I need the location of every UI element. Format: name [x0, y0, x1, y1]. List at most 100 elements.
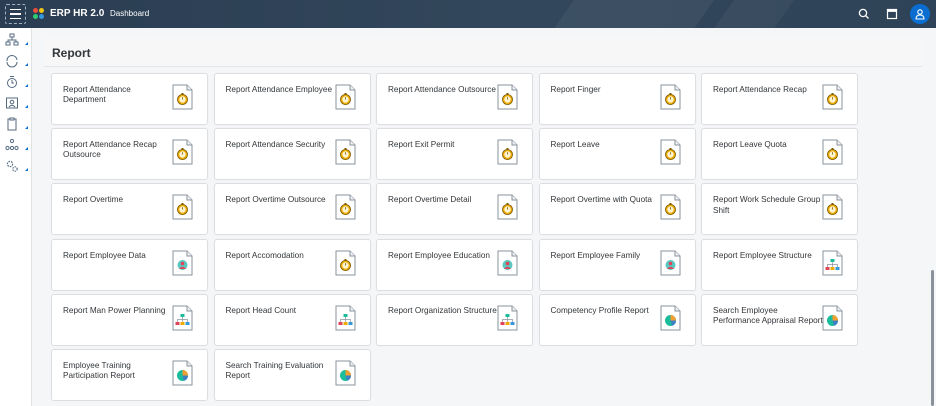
- report-tile[interactable]: Report Work Schedule Group Shift: [701, 183, 858, 236]
- pie-doc-icon: [172, 360, 193, 386]
- tile-grid: Report Attendance Department Report Atte…: [51, 73, 861, 401]
- report-tile[interactable]: Report Exit Permit: [376, 128, 533, 181]
- report-tile[interactable]: Report Overtime Outsource: [213, 183, 371, 236]
- report-tile[interactable]: Report Leave Quota: [701, 128, 858, 181]
- user-icon: [915, 9, 925, 20]
- stopwatch-doc-icon: [497, 139, 518, 165]
- tile-label: Competency Profile Report: [550, 305, 649, 315]
- stopwatch-doc-icon: [335, 84, 356, 110]
- report-tile[interactable]: Report Attendance Security: [213, 128, 371, 181]
- org-doc-icon: [497, 305, 518, 331]
- nav-item-org-chart[interactable]: [5, 137, 31, 153]
- report-tile[interactable]: Report Overtime Detail: [376, 183, 533, 236]
- report-tile[interactable]: Search Employee Performance Appraisal Re…: [701, 293, 858, 346]
- report-tile[interactable]: Report Accomodation: [213, 238, 371, 291]
- report-tile[interactable]: Report Overtime with Quota: [538, 183, 696, 236]
- stopwatch-doc-icon: [822, 194, 843, 220]
- stopwatch-doc-icon: [335, 194, 356, 220]
- tile-label: Report Overtime: [63, 195, 124, 205]
- menu-icon[interactable]: [5, 4, 26, 24]
- app-logo: [33, 8, 45, 20]
- section-header: [44, 38, 922, 66]
- pie-doc-icon: [822, 305, 843, 331]
- stopwatch-doc-icon: [822, 84, 843, 110]
- stopwatch-doc-icon: [335, 139, 356, 165]
- nav-item-clipboard[interactable]: [5, 116, 31, 132]
- nav-item-refresh[interactable]: [5, 53, 31, 69]
- report-tile[interactable]: Report Attendance Recap Outsource: [51, 128, 208, 181]
- person-doc-icon: [497, 250, 518, 276]
- scrollbar[interactable]: [931, 270, 934, 406]
- people-icon: [6, 97, 18, 109]
- stopwatch-doc-icon: [660, 84, 681, 110]
- report-tile[interactable]: Competency Profile Report: [538, 293, 696, 346]
- stopwatch-doc-icon: [660, 139, 681, 165]
- report-tile[interactable]: Report Employee Education: [376, 238, 533, 291]
- section-title: Report: [52, 46, 91, 60]
- tile-label: Report Employee Family: [550, 250, 641, 260]
- stopwatch-doc-icon: [172, 194, 193, 220]
- org-doc-icon: [335, 305, 356, 331]
- search-icon[interactable]: [857, 7, 871, 21]
- clipboard-icon: [7, 117, 17, 131]
- section-divider: [44, 66, 922, 67]
- report-tile[interactable]: Search Training Evaluation Report: [213, 348, 371, 401]
- tile-label: Report Man Power Planning: [63, 305, 166, 315]
- report-tile[interactable]: Report Leave: [538, 128, 696, 181]
- tile-label: Report Employee Data: [63, 250, 146, 260]
- tile-label: Report Attendance Recap Outsource: [63, 140, 157, 160]
- tile-label: Search Employee Performance Appraisal Re…: [713, 305, 823, 326]
- report-tile[interactable]: Report Employee Structure: [701, 238, 858, 291]
- timer-icon: [7, 76, 17, 88]
- report-tile[interactable]: Employee Training Participation Report: [51, 348, 208, 401]
- org-doc-icon: [822, 250, 843, 276]
- nav-item-settings[interactable]: [5, 158, 31, 174]
- tile-label: Report Work Schedule Group Shift: [713, 195, 821, 215]
- window-icon[interactable]: [885, 7, 899, 21]
- org-icon: [5, 33, 19, 46]
- side-navigation: [0, 28, 32, 406]
- nav-item-people[interactable]: [5, 95, 31, 111]
- app-title[interactable]: ERP HR 2.0: [50, 8, 104, 19]
- refresh-icon: [6, 54, 18, 68]
- stopwatch-doc-icon: [822, 139, 843, 165]
- tile-label: Search Training Evaluation Report: [225, 360, 324, 381]
- pie-doc-icon: [335, 360, 356, 386]
- tile-label: Report Leave: [550, 140, 600, 150]
- gears-icon: [6, 160, 18, 172]
- report-tile[interactable]: Report Attendance Outsource: [376, 73, 533, 125]
- report-tile[interactable]: Report Overtime: [51, 183, 208, 236]
- report-tile[interactable]: Report Employee Data: [51, 238, 208, 291]
- stopwatch-doc-icon: [172, 139, 193, 165]
- nav-item-timer[interactable]: [5, 74, 31, 90]
- tile-label: Report Exit Permit: [388, 140, 455, 150]
- tile-label: Report Attendance Security: [225, 140, 326, 150]
- report-tile[interactable]: Report Man Power Planning: [51, 293, 208, 346]
- tile-label: Report Finger: [550, 85, 601, 94]
- stopwatch-doc-icon: [335, 250, 356, 276]
- tile-label: Report Accomodation: [225, 250, 304, 260]
- shell-header: ERP HR 2.0 Dashboard: [0, 0, 936, 28]
- nav-item-org[interactable]: [5, 32, 31, 48]
- report-tile[interactable]: Report Finger: [538, 73, 696, 125]
- stopwatch-doc-icon: [172, 84, 193, 110]
- person-doc-icon: [172, 250, 193, 276]
- tile-label: Report Employee Structure: [713, 250, 812, 260]
- report-tile[interactable]: Report Attendance Department: [51, 73, 208, 125]
- stopwatch-doc-icon: [497, 84, 518, 110]
- report-tile[interactable]: Report Organization Structure: [376, 293, 533, 346]
- tile-label: Report Attendance Recap: [713, 85, 807, 94]
- report-tile[interactable]: Report Head Count: [213, 293, 371, 346]
- tile-label: Report Head Count: [225, 305, 297, 315]
- stopwatch-doc-icon: [497, 194, 518, 220]
- tile-label: Employee Training Participation Report: [63, 360, 135, 381]
- user-avatar-button[interactable]: [910, 4, 930, 24]
- tile-label: Report Attendance Outsource: [388, 85, 496, 94]
- tile-label: Report Overtime Detail: [388, 195, 472, 205]
- report-tile[interactable]: Report Employee Family: [538, 238, 696, 291]
- pie-doc-icon: [660, 305, 681, 331]
- org-chart-icon: [5, 138, 19, 151]
- tile-label: Report Employee Education: [388, 250, 490, 260]
- report-tile[interactable]: Report Attendance Employee: [213, 73, 371, 125]
- report-tile[interactable]: Report Attendance Recap: [701, 73, 858, 125]
